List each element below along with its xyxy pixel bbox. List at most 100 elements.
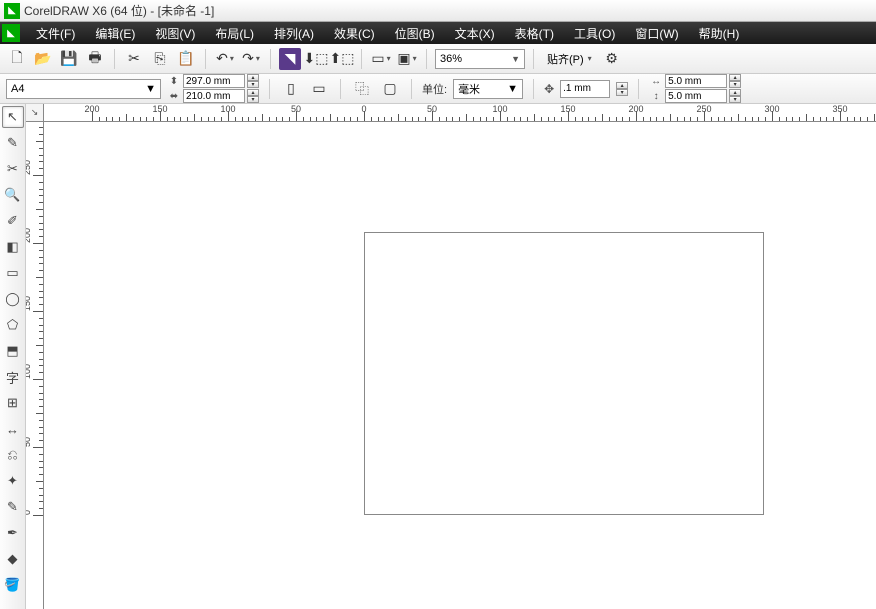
menu-text[interactable]: 文本(X) [445,22,505,44]
toolbox: ↖ ✎ ✂ 🔍 ✐ ◧ ▭ ◯ ⬠ ⬒ 字 ⊞ ↔ ⎌ ✦ ✎ ✒ ◆ 🪣 [0,104,26,609]
portrait-button[interactable]: ▯ [280,78,302,100]
paper-value: A4 [11,83,24,95]
menu-arrange[interactable]: 排列(A) [264,22,324,44]
zoom-tool[interactable]: 🔍 [2,184,24,206]
nudge-icon: ✥ [544,82,554,96]
dup-y-field[interactable]: 5.0 mm [665,89,727,103]
paper-size-combo[interactable]: A4 ▼ [6,79,161,99]
width-icon: ⬍ [167,76,181,87]
separator [426,49,427,69]
property-bar: A4 ▼ ⬍ 297.0 mm ▴▾ ⬌ 210.0 mm ▴▾ ▯ ▭ ⿻ ▢… [0,74,876,104]
menu-layout[interactable]: 布局(L) [205,22,264,44]
outline-tool[interactable]: ✒ [2,522,24,544]
menu-edit[interactable]: 编辑(E) [85,22,145,44]
dup-y-icon: ↕ [649,91,663,102]
pick-tool[interactable]: ↖ [2,106,24,128]
freehand-tool[interactable]: ✐ [2,210,24,232]
interactive-tool[interactable]: ✦ [2,470,24,492]
chevron-down-icon: ▾ [588,54,592,63]
vertical-ruler[interactable]: 050100150200250 [26,122,44,609]
separator [411,79,412,99]
undo-button[interactable]: ↶▾ [214,48,236,70]
nudge-spinner[interactable]: ▴▾ [616,82,628,96]
redo-button[interactable]: ↷▾ [240,48,262,70]
snap-to-button[interactable]: 贴齐(P) ▾ [542,49,597,69]
all-pages-button[interactable]: ⿻ [351,78,373,100]
standard-toolbar: 🗋 📂 💾 🖶 ✂ ⎘ 📋 ↶▾ ↷▾ ◥ ⬇⬚ ⬆⬚ ▭▾ ▣▾ 36% ▼ … [0,44,876,74]
copy-button[interactable]: ⎘ [149,48,171,70]
menu-view[interactable]: 视图(V) [145,22,205,44]
duplicate-distance: ↔ 5.0 mm ▴▾ ↕ 5.0 mm ▴▾ [649,74,741,103]
horizontal-ruler[interactable]: 20015010050050100150200250300350 [44,104,876,122]
publish-pdf-button[interactable]: ▭▾ [370,48,392,70]
menu-bitmap[interactable]: 位图(B) [385,22,445,44]
import-button[interactable]: ⬇⬚ [305,48,327,70]
width-spinner[interactable]: ▴▾ [247,74,259,88]
separator [638,79,639,99]
dup-y-spinner[interactable]: ▴▾ [729,89,741,103]
save-button[interactable]: 💾 [58,48,80,70]
dup-x-icon: ↔ [649,76,663,87]
fill-tool[interactable]: ◆ [2,548,24,570]
dimension-tool[interactable]: ↔ [2,418,24,440]
menu-help[interactable]: 帮助(H) [689,22,750,44]
current-page-button[interactable]: ▢ [379,78,401,100]
page[interactable] [364,232,764,515]
nudge-field[interactable]: .1 mm [560,80,610,98]
search-content-button[interactable]: ◥ [279,48,301,70]
rectangle-tool[interactable]: ▭ [2,262,24,284]
ruler-origin[interactable]: ↘ [26,104,44,122]
interactive-fill-tool[interactable]: 🪣 [2,574,24,596]
separator [269,79,270,99]
open-button[interactable]: 📂 [32,48,54,70]
zoom-combo[interactable]: 36% ▼ [435,49,525,69]
separator [361,49,362,69]
height-icon: ⬌ [167,91,181,102]
separator [533,79,534,99]
polygon-tool[interactable]: ⬠ [2,314,24,336]
connector-tool[interactable]: ⎌ [2,444,24,466]
ellipse-tool[interactable]: ◯ [2,288,24,310]
separator [270,49,271,69]
separator [114,49,115,69]
app-launcher-button[interactable]: ▣▾ [396,48,418,70]
menu-window[interactable]: 窗口(W) [625,22,688,44]
menubar: ◣ 文件(F) 编辑(E) 视图(V) 布局(L) 排列(A) 效果(C) 位图… [0,22,876,44]
workarea: ↖ ✎ ✂ 🔍 ✐ ◧ ▭ ◯ ⬠ ⬒ 字 ⊞ ↔ ⎌ ✦ ✎ ✒ ◆ 🪣 ↘ … [0,104,876,609]
chevron-down-icon: ▼ [511,54,520,64]
eyedropper-tool[interactable]: ✎ [2,496,24,518]
menu-table[interactable]: 表格(T) [505,22,564,44]
text-tool[interactable]: 字 [2,366,24,388]
page-height-field[interactable]: 210.0 mm [183,89,245,103]
titlebar-text: CorelDRAW X6 (64 位) - [未命名 -1] [24,2,214,19]
app-name: CorelDRAW X6 (64 位) [24,4,147,18]
dup-x-field[interactable]: 5.0 mm [665,74,727,88]
menu-tools[interactable]: 工具(O) [564,22,625,44]
menu-effects[interactable]: 效果(C) [324,22,385,44]
landscape-button[interactable]: ▭ [308,78,330,100]
unit-value: 毫米 [458,81,480,97]
doc-name: [未命名 -1] [158,4,215,18]
page-width-field[interactable]: 297.0 mm [183,74,245,88]
dup-x-spinner[interactable]: ▴▾ [729,74,741,88]
paste-button[interactable]: 📋 [175,48,197,70]
print-button[interactable]: 🖶 [84,48,106,70]
canvas[interactable] [44,122,876,609]
chevron-down-icon: ▼ [507,83,518,95]
unit-combo[interactable]: 毫米 ▼ [453,79,523,99]
options-button[interactable]: ⚙ [601,48,623,70]
snap-label: 贴齐(P) [547,51,584,67]
basic-shapes-tool[interactable]: ⬒ [2,340,24,362]
export-button[interactable]: ⬆⬚ [331,48,353,70]
height-spinner[interactable]: ▴▾ [247,89,259,103]
canvas-wrap: ↘ 20015010050050100150200250300350 05010… [26,104,876,609]
table-tool[interactable]: ⊞ [2,392,24,414]
menu-file[interactable]: 文件(F) [26,22,85,44]
new-button[interactable]: 🗋 [6,48,28,70]
menubar-logo-icon: ◣ [2,24,20,42]
crop-tool[interactable]: ✂ [2,158,24,180]
separator [205,49,206,69]
smart-fill-tool[interactable]: ◧ [2,236,24,258]
cut-button[interactable]: ✂ [123,48,145,70]
shape-tool[interactable]: ✎ [2,132,24,154]
